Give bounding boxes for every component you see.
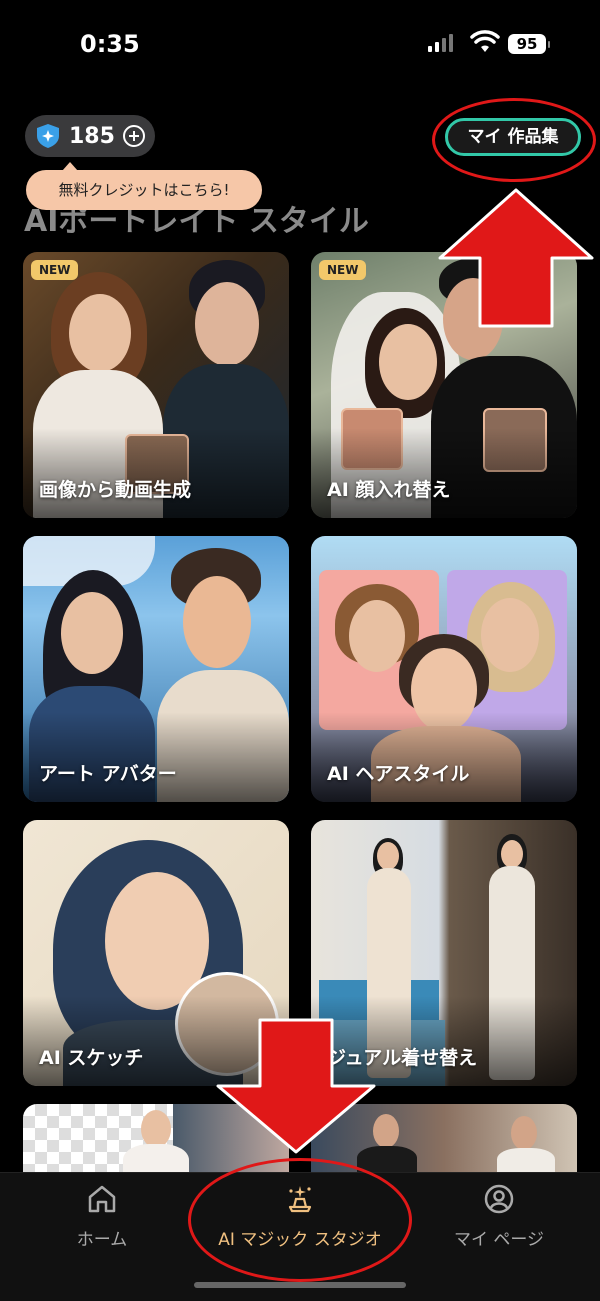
add-credit-icon[interactable]	[122, 125, 145, 147]
tab-home[interactable]: ホーム	[62, 1183, 142, 1250]
tab-label: ホーム	[76, 1230, 128, 1250]
tab-my-page[interactable]: マイ ページ	[444, 1183, 554, 1250]
card-label: AI スケッチ	[39, 1047, 144, 1069]
card-hairstyle[interactable]: AI ヘアスタイル	[311, 536, 577, 802]
wifi-icon	[470, 30, 500, 52]
card-label: AI ヘアスタイル	[327, 763, 470, 785]
annotation-circle-bottom	[188, 1158, 412, 1282]
annotation-arrow-up	[438, 188, 594, 328]
annotation-arrow-down	[216, 1018, 376, 1154]
new-badge: NEW	[319, 260, 367, 280]
tab-label: マイ ページ	[453, 1230, 545, 1250]
free-credit-tooltip[interactable]: 無料クレジットはこちら!	[26, 162, 262, 210]
card-art-avatar[interactable]: アート アバター	[23, 536, 289, 802]
profile-icon	[484, 1184, 514, 1214]
card-label: AI 顔入れ替え	[327, 479, 451, 501]
cell-signal-icon	[428, 34, 453, 52]
card-label: アート アバター	[39, 763, 177, 785]
battery-indicator: 95	[508, 34, 550, 54]
home-icon	[88, 1185, 116, 1213]
shield-icon	[37, 124, 59, 148]
new-badge: NEW	[31, 260, 79, 280]
status-time: 0:35	[80, 30, 140, 58]
card-label: 画像から動画生成	[39, 479, 192, 501]
annotation-circle-top	[432, 98, 596, 182]
credits-pill[interactable]: 185	[25, 115, 155, 157]
home-indicator	[194, 1282, 406, 1288]
credit-count: 185	[69, 123, 115, 149]
card-image-to-video[interactable]: NEW 画像から動画生成	[23, 252, 289, 518]
